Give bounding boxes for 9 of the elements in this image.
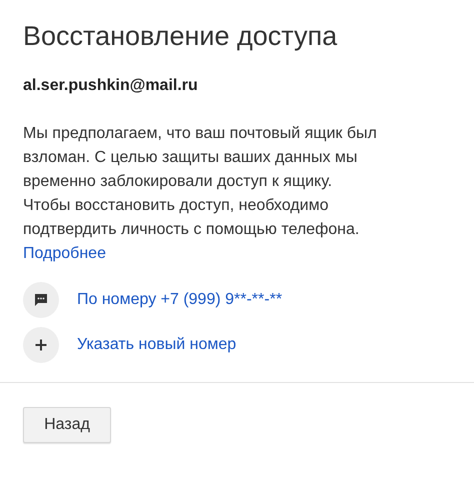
- plus-icon: [23, 327, 59, 363]
- info-paragraph: Мы предполагаем, что ваш почтовый ящик был взломан. С целью защиты ваших данных мы временно заблокировали доступ к ящику. Чтобы восстановить доступ, необходимо подтвердить личность с помощью телефона.: [23, 124, 378, 240]
- option-link[interactable]: По номеру +7 (999) 9**-**-**: [77, 288, 282, 312]
- page-title: Восстановление доступа: [23, 20, 338, 53]
- more-link[interactable]: Подробнее: [23, 242, 106, 266]
- option-link[interactable]: Указать новый номер: [77, 333, 236, 357]
- account-email: al.ser.pushkin@mail.ru: [23, 76, 199, 96]
- back-button[interactable]: Назад: [23, 407, 111, 443]
- message-icon: [23, 282, 59, 318]
